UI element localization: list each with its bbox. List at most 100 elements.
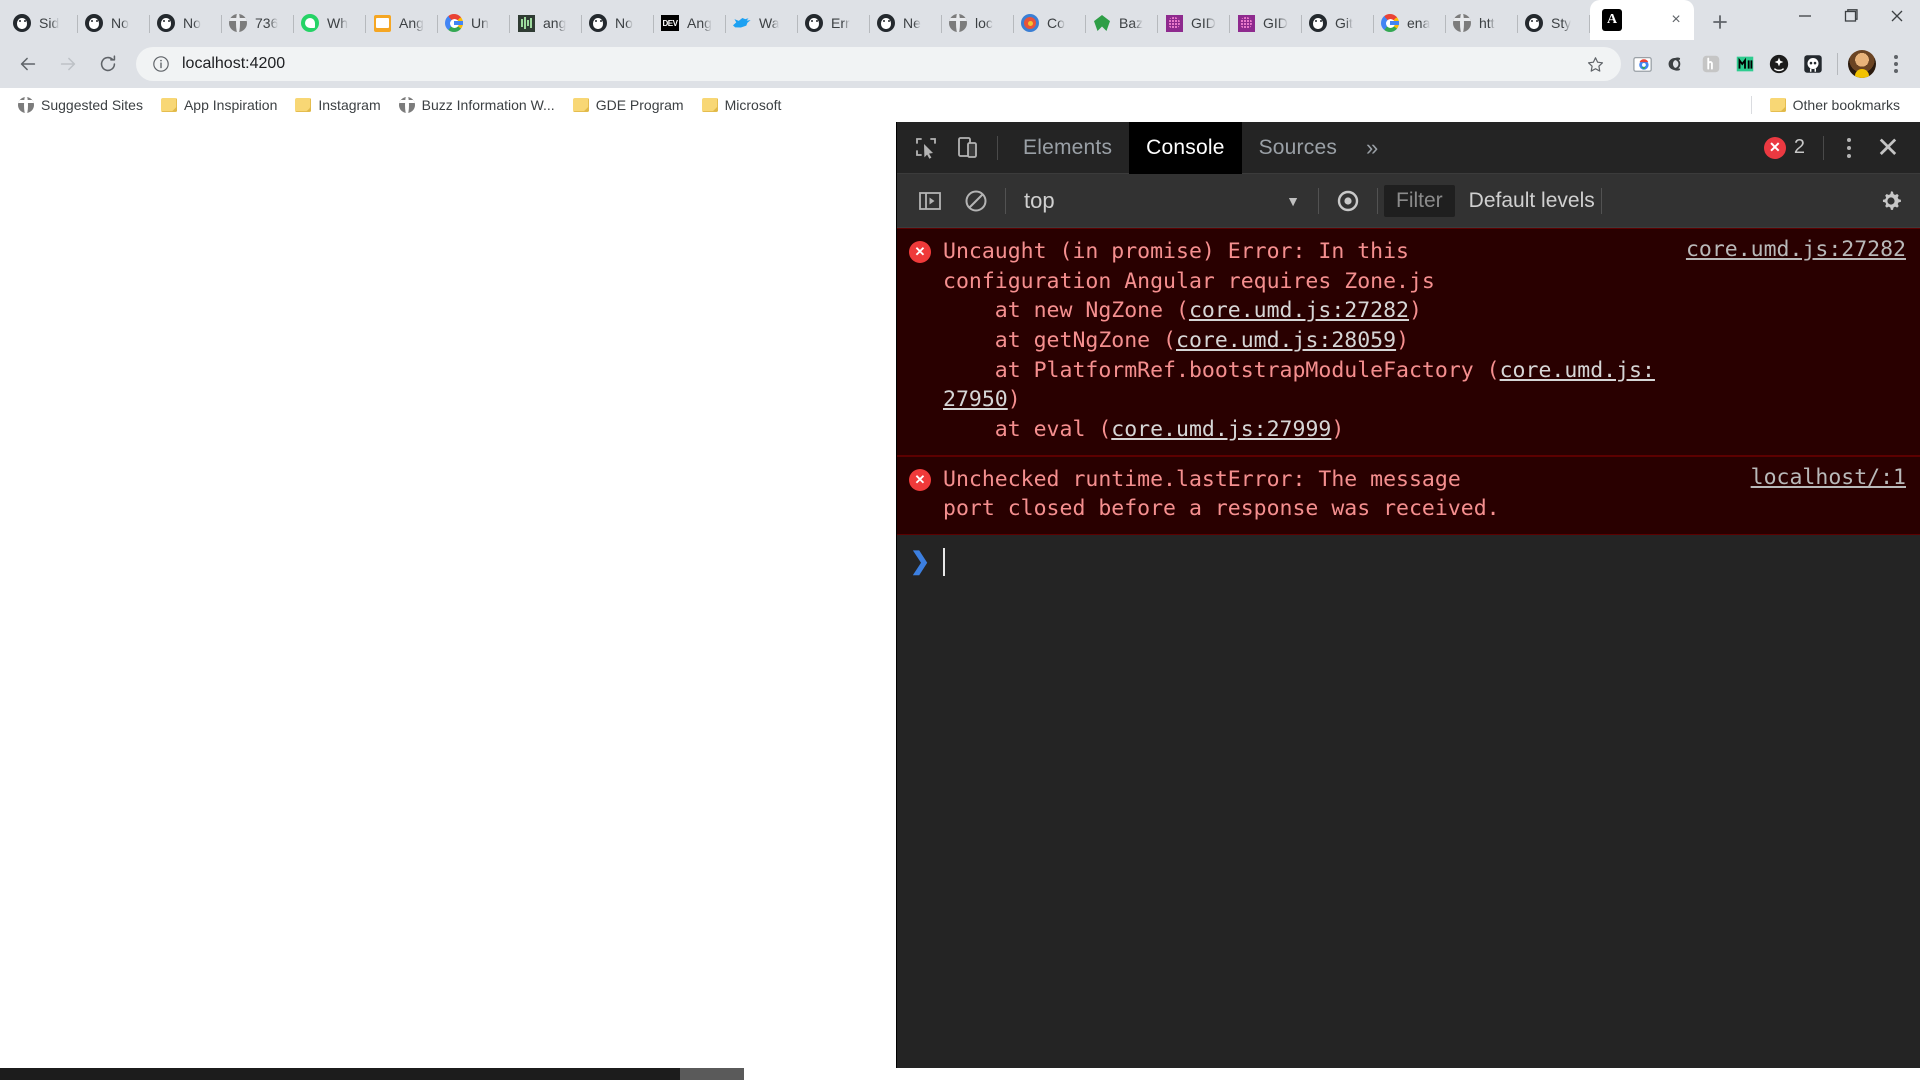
forward-button[interactable] — [50, 46, 86, 82]
profile-avatar-image — [1848, 50, 1876, 78]
tab-close-icon[interactable]: × — [1666, 10, 1686, 30]
live-expression-icon[interactable] — [1325, 179, 1371, 223]
browser-toolbar: localhost:4200 — [0, 40, 1920, 88]
more-tabs-button[interactable]: » — [1354, 122, 1390, 174]
browser-tab[interactable]: Ne — [870, 6, 942, 40]
tab-title: GID — [1191, 15, 1216, 31]
browser-tab[interactable]: loc — [942, 6, 1014, 40]
browser-tab[interactable]: Baz — [1086, 6, 1158, 40]
bookmark-label: Buzz Information W... — [421, 96, 555, 113]
browser-tab[interactable]: ang — [510, 6, 582, 40]
browser-tab[interactable]: Sty — [1518, 6, 1590, 40]
bookmark-item[interactable]: Buzz Information W... — [391, 93, 563, 117]
devtools-divider-2 — [1823, 135, 1824, 160]
target-icon — [1020, 13, 1040, 33]
tab-title: Git — [1335, 15, 1353, 31]
address-bar[interactable]: localhost:4200 — [136, 47, 1621, 81]
bookmark-star-icon[interactable] — [1583, 52, 1607, 76]
filter-input[interactable]: Filter — [1384, 184, 1455, 217]
medium-icon[interactable] — [1729, 48, 1761, 80]
browser-tab[interactable]: Un — [438, 6, 510, 40]
hypothesis-icon[interactable] — [1695, 48, 1727, 80]
devtools-tab-console[interactable]: Console — [1129, 121, 1242, 174]
octopus-icon[interactable] — [1763, 48, 1795, 80]
browser-tab[interactable]: GID — [1158, 6, 1230, 40]
error-text: Unchecked runtime.lastError: The message… — [943, 465, 1751, 524]
error-text-line: Unchecked runtime.lastError: The message — [943, 466, 1461, 492]
filterbar-divider-4 — [1600, 187, 1602, 214]
clear-console-icon[interactable] — [953, 179, 999, 223]
equalizer-icon — [516, 13, 536, 33]
maximize-button[interactable] — [1828, 0, 1874, 32]
bookmark-item[interactable]: Suggested Sites — [10, 93, 151, 117]
console-sidebar-icon[interactable] — [907, 179, 953, 223]
devtools-close-button[interactable]: ✕ — [1866, 128, 1910, 168]
other-bookmarks-button[interactable]: Other bookmarks — [1762, 93, 1908, 117]
console-error-message[interactable]: ✕ Uncaught (in promise) Error: In this con… — [897, 228, 1920, 456]
log-levels-dropdown[interactable]: Default levels — [1455, 189, 1595, 213]
devtools-menu-button[interactable] — [1832, 128, 1866, 168]
inspect-element-icon[interactable] — [905, 128, 947, 168]
console-output[interactable]: ✕ Uncaught (in promise) Error: In this con… — [897, 228, 1920, 1068]
error-source-link[interactable]: localhost/:1 — [1751, 465, 1920, 524]
gear-icon[interactable] — [1862, 179, 1920, 223]
inspect-glyph — [916, 137, 936, 159]
context-selector[interactable]: top ▼ — [1012, 188, 1312, 214]
filterbar-divider-2 — [1318, 187, 1319, 214]
browser-tab[interactable]: 736 — [222, 6, 294, 40]
error-count-badge[interactable]: ✕ 2 — [1754, 136, 1815, 159]
scrollbar-thumb[interactable] — [680, 1068, 744, 1080]
error-text-line: at new NgZone (core.umd.js:27282) — [943, 298, 1422, 324]
bookmark-item[interactable]: App Inspiration — [153, 93, 285, 117]
active-tab[interactable]: A × — [1590, 0, 1694, 40]
github-extension-icon[interactable] — [1797, 48, 1829, 80]
scrollbar-track[interactable] — [0, 1068, 680, 1080]
error-x-icon: ✕ — [1763, 136, 1786, 159]
browser-tab[interactable]: No — [150, 6, 222, 40]
bookmark-item[interactable]: GDE Program — [565, 93, 692, 117]
tab-title: Ang — [399, 15, 424, 31]
browser-tab[interactable]: htt — [1446, 6, 1518, 40]
avatar[interactable] — [1846, 48, 1878, 80]
prompt-arrow-icon: ❯ — [909, 548, 931, 576]
url-text[interactable]: localhost:4200 — [182, 55, 285, 73]
bookmark-item[interactable]: Microsoft — [694, 93, 790, 117]
console-prompt[interactable]: ❯ — [897, 535, 1920, 581]
github-icon — [12, 13, 32, 33]
error-text-line: at getNgZone (core.umd.js:28059) — [943, 327, 1410, 353]
bookmark-item[interactable]: Instagram — [287, 93, 388, 117]
browser-tab[interactable]: ena — [1374, 6, 1446, 40]
browser-tab[interactable]: DEV Ang — [654, 6, 726, 40]
new-tab-button[interactable] — [1702, 6, 1738, 38]
browser-tab[interactable]: Err — [798, 6, 870, 40]
back-button[interactable] — [10, 46, 46, 82]
chrome-apps-icon[interactable] — [1627, 48, 1659, 80]
bottom-filler — [744, 1068, 1920, 1080]
browser-tab[interactable]: No — [78, 6, 150, 40]
angular-material-icon — [372, 13, 392, 33]
devtools-tab-sources[interactable]: Sources — [1242, 122, 1354, 174]
loom-icon[interactable] — [1661, 48, 1693, 80]
browser-tab[interactable]: Git — [1302, 6, 1374, 40]
reload-button[interactable] — [90, 46, 126, 82]
browser-tab[interactable]: No — [582, 6, 654, 40]
tab-title: No — [615, 15, 633, 31]
devtools-tab-elements[interactable]: Elements — [1006, 122, 1129, 174]
forward-arrow-icon — [60, 57, 76, 71]
browser-tab[interactable]: GID — [1230, 6, 1302, 40]
device-toolbar-icon[interactable] — [947, 128, 989, 168]
console-error-message[interactable]: ✕ Unchecked runtime.lastError: The messag… — [897, 455, 1920, 535]
browser-tab[interactable]: Wa — [726, 6, 798, 40]
browser-tab[interactable]: Ang — [366, 6, 438, 40]
folder-icon — [1769, 97, 1786, 112]
browser-tab[interactable]: Wh — [294, 6, 366, 40]
page-info-icon[interactable] — [150, 53, 172, 75]
browser-tab[interactable]: Co — [1014, 6, 1086, 40]
error-text-line: 27950) — [943, 387, 1021, 413]
minimize-button[interactable] — [1782, 0, 1828, 32]
chrome-menu-button[interactable] — [1880, 48, 1912, 80]
close-window-button[interactable] — [1874, 0, 1920, 32]
leaf-icon — [1092, 13, 1112, 33]
browser-tab[interactable]: Sid — [6, 6, 78, 40]
error-source-link[interactable]: core.umd.js:27282 — [1686, 237, 1920, 445]
